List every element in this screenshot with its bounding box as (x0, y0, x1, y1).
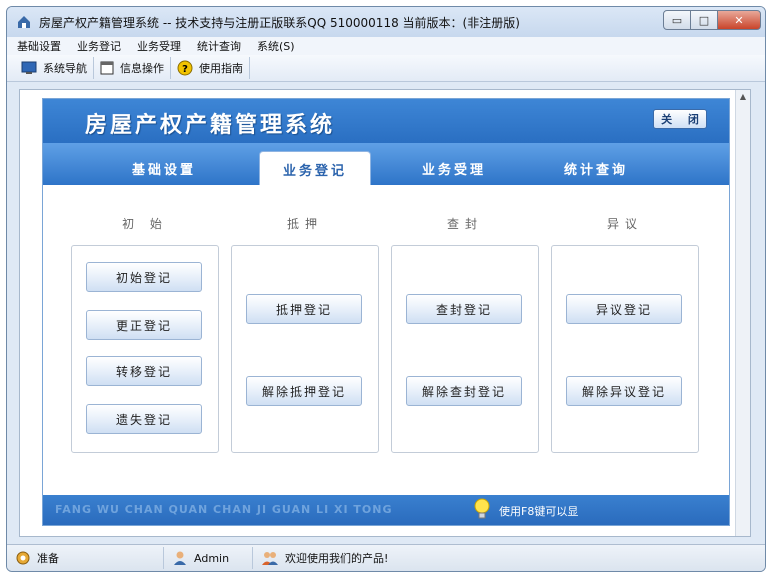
close-window-button[interactable]: ✕ (717, 10, 761, 30)
status-text: 准备 (37, 552, 59, 565)
footer-pinyin: FANG WU CHAN QUAN CHAN JI GUAN LI XI TON… (55, 503, 393, 516)
vertical-scrollbar[interactable]: ▲ (735, 90, 750, 536)
toolbar-label: 系统导航 (43, 62, 87, 75)
toolbar-system-navigation[interactable]: 系统导航 (15, 57, 94, 79)
column-box: 抵押登记 解除抵押登记 (231, 245, 379, 453)
toolbar-label: 使用指南 (199, 62, 243, 75)
panel-footer: FANG WU CHAN QUAN CHAN JI GUAN LI XI TON… (43, 495, 729, 525)
main-panel: 房屋产权产籍管理系统 关 闭 基础设置 业务登记 业务受理 统计查询 初 始 初… (42, 98, 730, 526)
menu-system[interactable]: 系统(S) (257, 38, 295, 54)
gear-user-icon (15, 550, 31, 566)
footer-hint: 使用F8键可以显 (473, 497, 578, 524)
users-icon (261, 550, 279, 566)
release-seizure-button[interactable]: 解除查封登记 (406, 376, 522, 406)
objection-registration-button[interactable]: 异议登记 (566, 294, 682, 324)
tab-content: 初 始 初始登记 更正登记 转移登记 遗失登记 抵押 抵押登记 解除抵押登记 查… (43, 185, 729, 497)
tab-statistics-query[interactable]: 统计查询 (541, 153, 651, 183)
toolbar: 系统导航 信息操作 ? 使用指南 (7, 55, 765, 82)
help-icon: ? (177, 60, 193, 76)
status-text: Admin (194, 551, 230, 565)
seizure-registration-button[interactable]: 查封登记 (406, 294, 522, 324)
status-user: Admin (164, 547, 253, 569)
column-label: 抵押 (286, 217, 323, 231)
column-label: 异议 (606, 217, 643, 231)
minimize-button[interactable]: ▭ (663, 10, 691, 30)
column-box: 异议登记 解除异议登记 (551, 245, 699, 453)
menu-statistics-query[interactable]: 统计查询 (197, 38, 241, 54)
client-area: ▲ 房屋产权产籍管理系统 关 闭 基础设置 业务登记 业务受理 统计查询 初 始… (19, 89, 751, 537)
title-bar[interactable]: 房屋产权产籍管理系统 -- 技术支持与注册正版联系QQ 510000118 当前… (7, 7, 765, 37)
user-icon (172, 550, 188, 566)
initial-registration-button[interactable]: 初始登记 (86, 262, 202, 292)
tab-business-acceptance[interactable]: 业务受理 (399, 153, 509, 183)
column-label: 初 始 (122, 217, 168, 231)
svg-text:?: ? (182, 64, 188, 75)
panel-header: 房屋产权产籍管理系统 关 闭 (43, 99, 729, 143)
mortgage-registration-button[interactable]: 抵押登记 (246, 294, 362, 324)
toolbar-label: 信息操作 (120, 62, 164, 75)
tab-bar: 基础设置 业务登记 业务受理 统计查询 (43, 143, 729, 186)
column-box: 查封登记 解除查封登记 (391, 245, 539, 453)
window-title: 房屋产权产籍管理系统 -- 技术支持与注册正版联系QQ 510000118 当前… (39, 15, 520, 30)
menu-bar: 基础设置 业务登记 业务受理 统计查询 系统(S) (7, 37, 765, 55)
menu-business-registration[interactable]: 业务登记 (77, 38, 121, 54)
column-box: 初始登记 更正登记 转移登记 遗失登记 (71, 245, 219, 453)
release-objection-button[interactable]: 解除异议登记 (566, 376, 682, 406)
transfer-registration-button[interactable]: 转移登记 (86, 356, 202, 386)
tab-business-registration[interactable]: 业务登记 (259, 151, 371, 186)
status-bar: 准备 Admin 欢迎使用我们的产品! (7, 544, 765, 571)
maximize-button[interactable]: □ (690, 10, 718, 30)
app-window: 房屋产权产籍管理系统 -- 技术支持与注册正版联系QQ 510000118 当前… (6, 6, 766, 572)
loss-registration-button[interactable]: 遗失登记 (86, 404, 202, 434)
footer-hint-text: 使用F8键可以显 (499, 504, 579, 518)
status-text: 欢迎使用我们的产品! (285, 552, 389, 565)
release-mortgage-button[interactable]: 解除抵押登记 (246, 376, 362, 406)
monitor-icon (21, 61, 37, 75)
column-label: 查封 (446, 217, 483, 231)
menu-basic-settings[interactable]: 基础设置 (17, 38, 61, 54)
correction-registration-button[interactable]: 更正登记 (86, 310, 202, 340)
tab-basic-settings[interactable]: 基础设置 (109, 153, 219, 183)
toolbar-user-guide[interactable]: ? 使用指南 (171, 57, 250, 79)
status-ready: 准备 (7, 547, 164, 569)
status-welcome: 欢迎使用我们的产品! (253, 547, 396, 569)
menu-business-acceptance[interactable]: 业务受理 (137, 38, 181, 54)
toolbar-info-operation[interactable]: 信息操作 (94, 57, 171, 79)
window-icon (100, 61, 114, 75)
lightbulb-icon (473, 497, 491, 524)
scroll-up-icon[interactable]: ▲ (736, 92, 750, 101)
panel-title: 房屋产权产籍管理系统 (85, 113, 336, 138)
close-panel-button[interactable]: 关 闭 (653, 109, 707, 129)
app-house-icon (15, 14, 33, 30)
